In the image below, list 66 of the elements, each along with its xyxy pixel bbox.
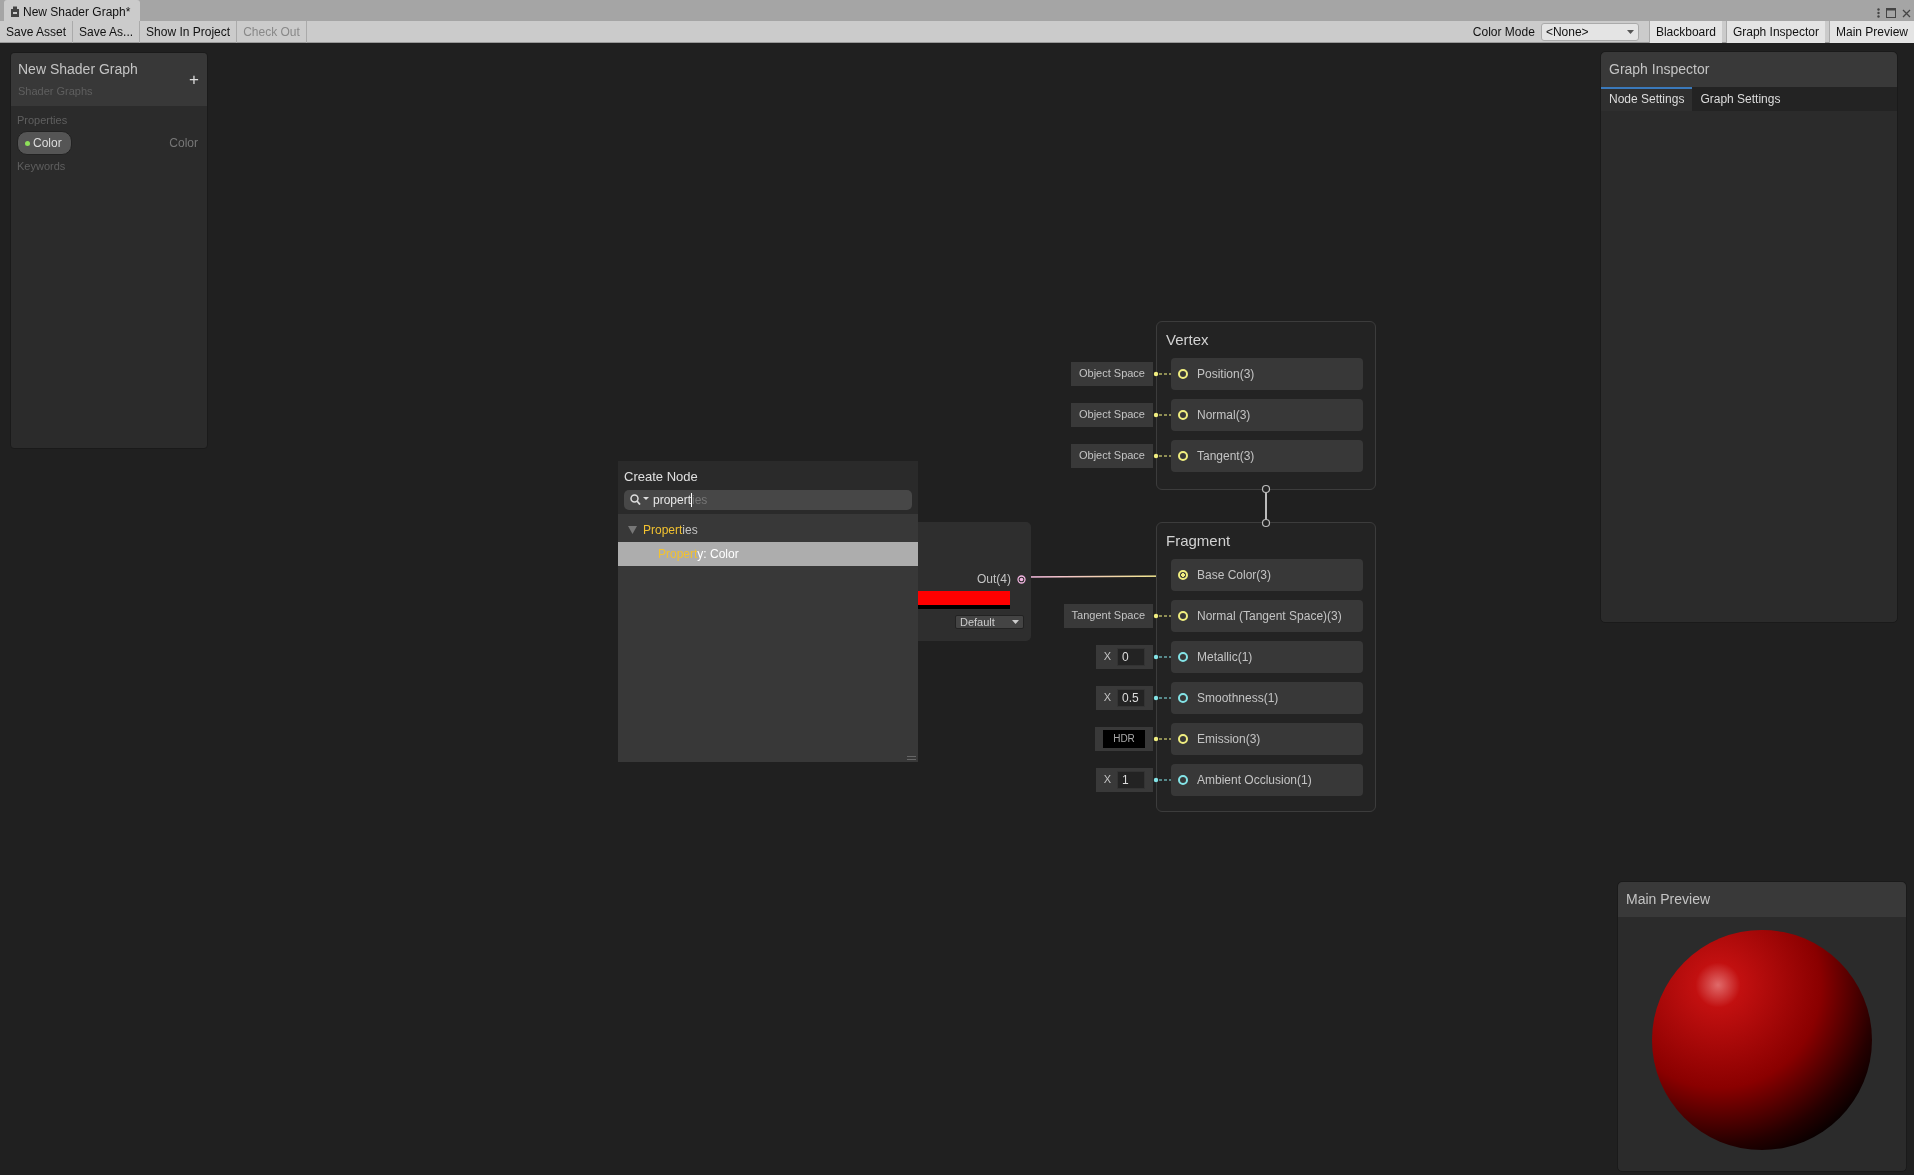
input-hint[interactable]: Object Space [1070,443,1153,468]
port-icon[interactable] [1178,450,1188,461]
wire-stub [1153,735,1171,742]
output-port-icon[interactable] [1017,574,1026,584]
mode-dropdown[interactable]: Default [955,615,1024,629]
toolbar-button[interactable]: Save As... [73,20,141,43]
port-label: Normal (Tangent Space)(3) [1197,607,1342,625]
color-mode-dropdown[interactable]: <None> [1540,22,1639,41]
expand-arrow-icon[interactable] [628,525,637,534]
port-label: Tangent(3) [1197,447,1255,465]
port-icon[interactable] [1178,733,1188,744]
input-hint[interactable]: Tangent Space [1063,603,1153,628]
color-mode-label: Color Mode [1472,23,1535,41]
resize-grip-icon[interactable] [907,756,916,760]
float-input[interactable]: X 0.5 [1095,685,1153,710]
float-input[interactable]: X 1 [1095,767,1153,792]
wire-stub [1153,411,1171,418]
blackboard-title: New Shader Graph [18,60,138,79]
add-button[interactable]: + [189,70,199,88]
port-label: Out(4) [977,571,1011,588]
stack-title: Fragment [1165,531,1232,551]
caret-icon [1626,29,1634,34]
port-icon[interactable] [1178,409,1188,420]
popup-title: Create Node [624,468,699,486]
port-icon[interactable] [1178,774,1188,785]
close-icon[interactable] [1902,8,1911,18]
hdr-color-input[interactable]: HDR [1095,726,1153,751]
port-icon[interactable] [1178,692,1188,703]
wire-stub [1153,370,1171,377]
window-tab[interactable]: New Shader Graph* [4,0,141,21]
more-options-icon[interactable] [1877,8,1880,18]
input-hint[interactable]: Object Space [1070,361,1153,386]
search-result[interactable]: Properties [618,517,918,542]
tab[interactable]: Node Settings [1601,87,1693,111]
port-label: Smoothness(1) [1197,689,1279,707]
port-label: Metallic(1) [1197,648,1253,666]
port-label: Base Color(3) [1197,566,1272,584]
port-label: Ambient Occlusion(1) [1197,771,1312,789]
stack-title: Vertex [1165,330,1210,350]
maximize-icon[interactable] [1886,8,1896,18]
port-icon[interactable] [1178,651,1188,662]
wire-stub [1153,694,1171,701]
toolbar-button[interactable]: Graph Inspector [1725,20,1825,43]
port-label: Position(3) [1197,365,1255,383]
search-icon [630,494,650,505]
shader-graph-icon [10,6,20,18]
port-label: Emission(3) [1197,730,1261,748]
toolbar-button[interactable]: Blackboard [1648,20,1722,43]
wire-stub [1153,452,1171,459]
toolbar-button[interactable]: Show In Project [140,20,238,43]
panel-title: Main Preview [1618,882,1906,917]
port-label: Normal(3) [1197,406,1251,424]
caret-icon [1012,620,1019,624]
wire-stub [1153,776,1171,783]
float-input[interactable]: X 0 [1095,644,1153,669]
port-icon[interactable] [1178,610,1188,621]
property-pill[interactable]: Color [17,131,72,155]
input-hint[interactable]: Object Space [1070,402,1153,427]
port-icon[interactable] [1178,569,1188,580]
port-icon[interactable] [1178,368,1188,379]
toolbar-button[interactable]: Save Asset [0,20,74,43]
wire-stub [1153,653,1171,660]
wire-stub [1153,612,1171,619]
toolbar-button[interactable]: Main Preview [1828,20,1914,43]
property-type: Color [169,135,199,152]
panel-title: Graph Inspector [1601,52,1897,87]
